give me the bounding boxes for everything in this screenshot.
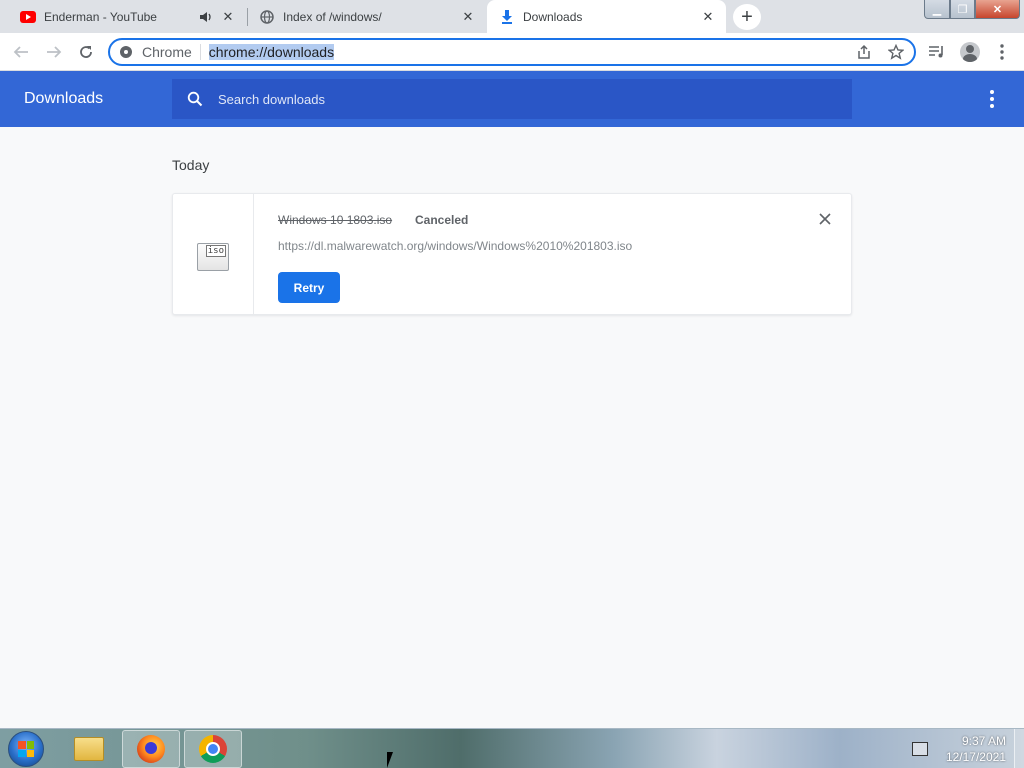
youtube-icon [20,9,36,25]
share-button[interactable] [852,42,876,62]
tab-close-icon[interactable]: ✕ [700,9,716,25]
download-status: Canceled [415,213,469,227]
globe-icon [259,9,275,25]
more-vert-icon [1000,44,1004,60]
clock-date: 12/17/2021 [945,750,1006,764]
downloads-header: Downloads [0,71,1024,127]
download-item: iso Windows 10 1803.iso Canceled https:/… [172,193,852,315]
download-filename: Windows 10 1803.iso [278,213,393,227]
retry-button[interactable]: Retry [278,272,340,303]
avatar-icon [960,42,980,62]
reload-button[interactable] [74,40,98,64]
speaker-icon[interactable] [198,9,214,25]
address-bar[interactable]: Chrome chrome://downloads [108,38,916,66]
date-section-label: Today [172,157,210,173]
tab-title: Enderman - YouTube [44,9,157,24]
show-desktop-button[interactable] [1014,729,1024,768]
search-icon [172,91,218,107]
close-window-button[interactable]: ✕ [975,0,1020,19]
media-controls-button[interactable] [925,40,949,64]
page-title: Downloads [24,90,104,107]
url-text[interactable]: chrome://downloads [208,44,335,60]
mouse-cursor-icon [387,752,399,768]
windows-taskbar: 9:37 AM 12/17/2021 [0,728,1024,768]
tab-title: Downloads [523,9,583,24]
site-info-chip[interactable]: Chrome [110,44,201,60]
taskbar-firefox[interactable] [122,730,180,768]
menu-dot [990,90,994,94]
tab-close-icon[interactable]: ✕ [220,9,236,25]
chrome-menu-button[interactable] [990,40,1014,64]
minimize-button[interactable]: ▁ [924,0,950,19]
firefox-icon [137,735,165,763]
file-icon-column: iso [173,194,254,314]
tab-youtube[interactable]: Enderman - YouTube ✕ [0,0,246,33]
clock[interactable]: 9:37 AM 12/17/2021 [946,733,1006,765]
file-ext-label: iso [205,245,226,257]
clock-time: 9:37 AM [961,734,1006,748]
search-input[interactable] [218,91,818,107]
arrow-right-icon [47,46,62,58]
url-selected-text: chrome://downloads [208,44,335,60]
new-tab-button[interactable]: + [733,4,761,30]
taskbar-chrome[interactable] [184,730,242,768]
profile-button[interactable] [958,40,982,64]
start-button[interactable] [8,731,44,767]
bookmark-button[interactable] [884,42,908,62]
chrome-icon [199,735,227,763]
forward-button[interactable] [42,40,66,64]
windows-logo-icon [18,741,34,757]
taskbar-explorer[interactable] [60,730,118,768]
chrome-icon [120,46,132,58]
back-button[interactable] [9,40,33,64]
tab-downloads[interactable]: Downloads ✕ [487,0,726,33]
tab-index-windows[interactable]: Index of /windows/ ✕ [248,0,486,33]
omnibox-actions [852,42,908,62]
download-url[interactable]: https://dl.malwarewatch.org/windows/Wind… [278,239,632,253]
iso-file-icon: iso [197,243,229,271]
star-icon [888,44,904,60]
browser-toolbar: Chrome chrome://downloads [0,33,1024,71]
windows-explorer-icon [74,737,104,761]
reload-icon [80,46,92,58]
remove-from-list-icon[interactable] [817,211,833,227]
network-icon[interactable] [911,742,928,756]
tab-close-icon[interactable]: ✕ [460,9,476,25]
menu-dot [990,104,994,108]
system-tray: 9:37 AM 12/17/2021 [911,733,1006,765]
window-controls: ▁ ❐ ✕ [924,0,1020,19]
tab-title: Index of /windows/ [283,9,382,24]
downloads-menu-button[interactable] [982,89,1002,109]
share-icon [858,44,870,59]
download-icon [499,9,515,25]
site-chip-label: Chrome [142,44,192,60]
restore-button[interactable]: ❐ [950,0,975,19]
playlist-music-icon [929,46,943,58]
tab-strip: Enderman - YouTube ✕ Index of /windows/ … [0,0,1024,33]
search-box[interactable] [172,79,852,119]
arrow-left-icon [13,46,28,58]
menu-dot [990,97,994,101]
